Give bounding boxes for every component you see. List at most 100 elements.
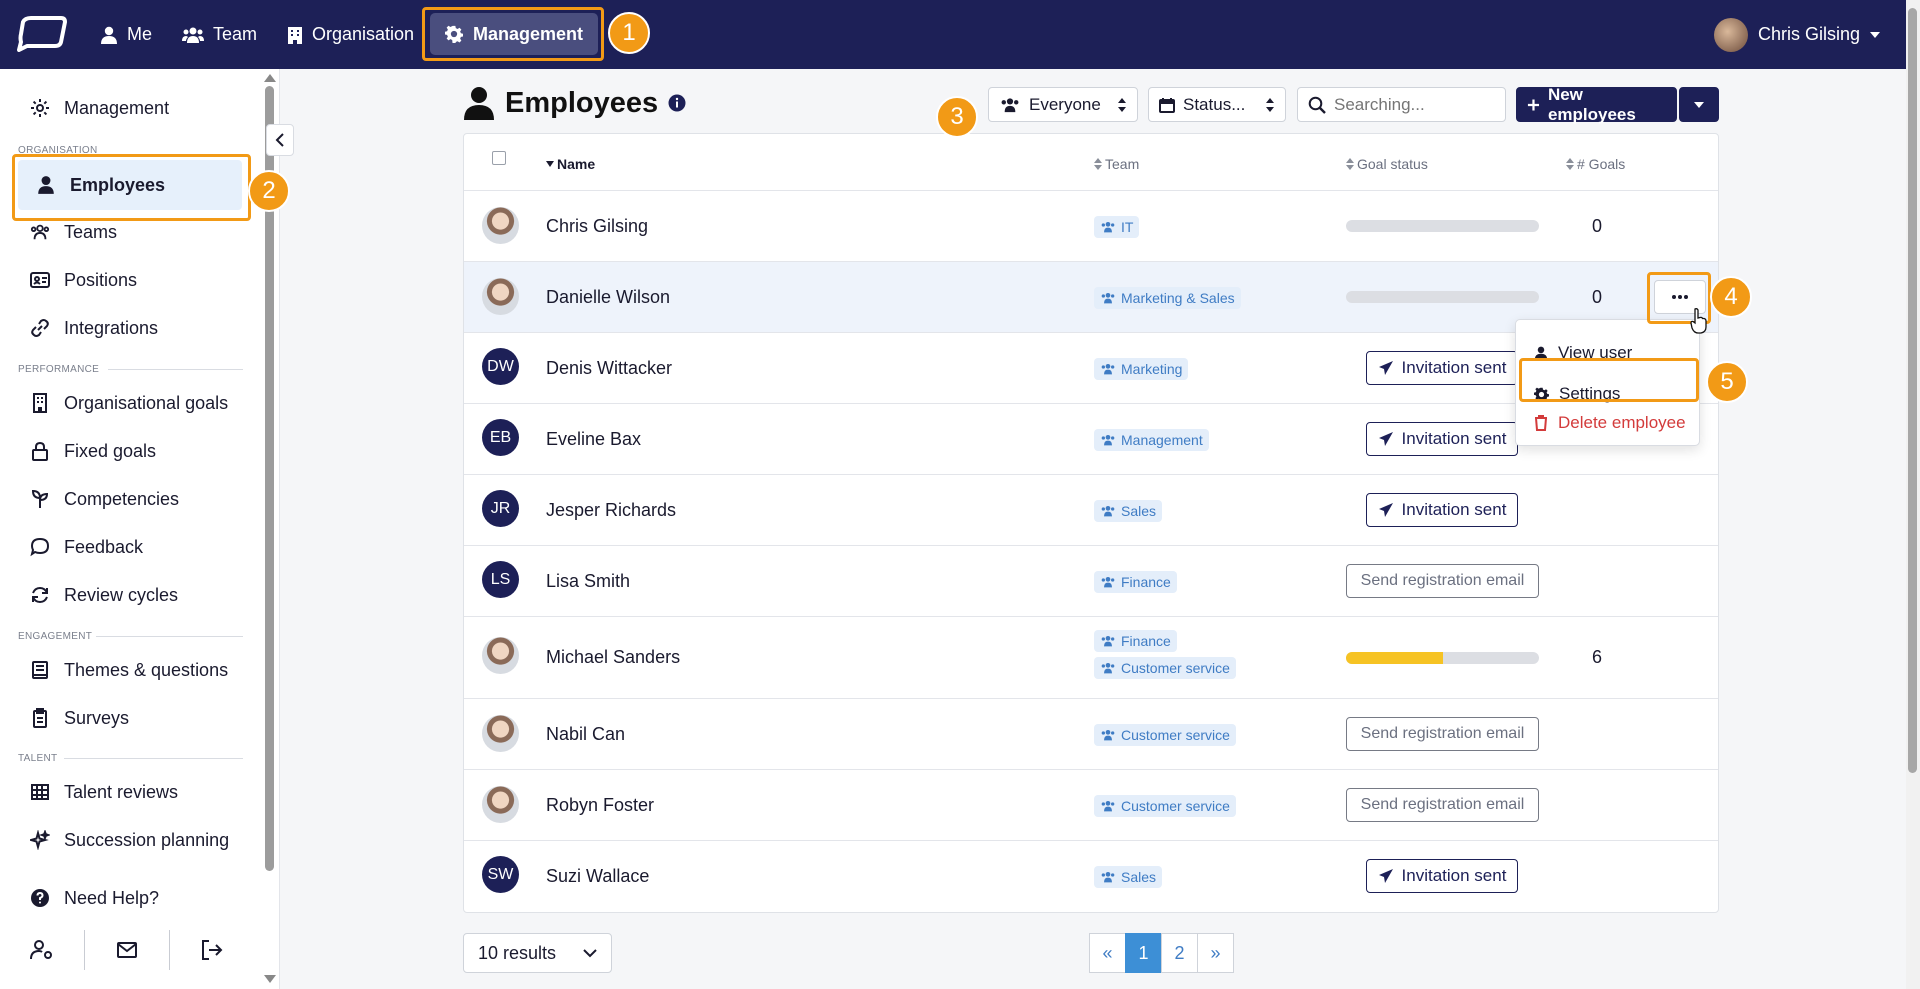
menu-item-view-user[interactable]: View user: [1534, 337, 1632, 369]
employee-name[interactable]: Jesper Richards: [546, 500, 676, 521]
page-scrollbar-thumb[interactable]: [1908, 8, 1917, 773]
logout-button[interactable]: [170, 928, 254, 972]
table-row[interactable]: Robyn Foster Customer service Send regis…: [464, 769, 1718, 840]
sidebar-item-surveys[interactable]: Surveys: [30, 699, 129, 737]
user-icon: [38, 176, 54, 194]
team-tag[interactable]: Sales: [1094, 500, 1163, 522]
sidebar-scroll-down-arrow[interactable]: [264, 975, 276, 983]
sidebar-item-teams[interactable]: Teams: [30, 213, 117, 251]
invitation-sent-button[interactable]: Invitation sent: [1366, 422, 1518, 456]
sidebar-item-themes-questions[interactable]: Themes & questions: [30, 651, 228, 689]
status-filter-select[interactable]: Status...: [1148, 87, 1286, 122]
user-icon: [1534, 346, 1548, 360]
send-registration-email-button[interactable]: Send registration email: [1346, 717, 1539, 751]
team-tag[interactable]: Finance: [1094, 630, 1177, 652]
sidebar-item-employees[interactable]: Employees: [18, 160, 242, 210]
chevron-left-icon: [275, 133, 284, 147]
employee-avatar: SW: [482, 856, 519, 893]
new-employees-dropdown-toggle[interactable]: [1679, 87, 1719, 122]
column-header-name[interactable]: Name: [546, 156, 595, 172]
sidebar-scroll-up-arrow[interactable]: [264, 74, 276, 82]
sidebar-item-label: Organisational goals: [64, 392, 229, 413]
invitation-sent-button[interactable]: Invitation sent: [1366, 859, 1518, 893]
select-all-checkbox[interactable]: [492, 151, 506, 165]
sidebar-item-review-cycles[interactable]: Review cycles: [30, 576, 178, 614]
team-tag[interactable]: Finance: [1094, 571, 1177, 593]
employee-name[interactable]: Lisa Smith: [546, 571, 630, 592]
send-registration-email-button[interactable]: Send registration email: [1346, 564, 1539, 598]
send-registration-email-button[interactable]: Send registration email: [1346, 788, 1539, 822]
team-tag[interactable]: IT: [1094, 216, 1140, 238]
sidebar-item-fixed-goals[interactable]: Fixed goals: [30, 432, 156, 470]
employee-name[interactable]: Eveline Bax: [546, 429, 641, 450]
group-filter-select[interactable]: Everyone: [988, 87, 1138, 122]
team-tag[interactable]: Customer service: [1094, 795, 1236, 817]
team-tag-label: Sales: [1121, 503, 1157, 519]
search-box[interactable]: [1297, 87, 1506, 122]
search-icon: [1308, 96, 1326, 114]
messages-button[interactable]: [85, 928, 169, 972]
nav-me[interactable]: Me: [100, 0, 152, 69]
table-row[interactable]: Nabil Can Customer service Send registra…: [464, 698, 1718, 769]
employee-name[interactable]: Denis Wittacker: [546, 358, 672, 379]
employee-name[interactable]: Michael Sanders: [546, 647, 680, 668]
menu-item-delete-employee[interactable]: Delete employee: [1534, 407, 1686, 439]
team-tag[interactable]: Customer service: [1094, 724, 1236, 746]
column-header-team[interactable]: Team: [1094, 156, 1139, 172]
employee-avatar: LS: [482, 561, 519, 598]
sidebar-item-management[interactable]: Management: [30, 89, 169, 127]
pagination-page-1[interactable]: 1: [1125, 933, 1162, 973]
pagination-next[interactable]: »: [1197, 933, 1234, 973]
pagination-page-2[interactable]: 2: [1161, 933, 1198, 973]
nav-management[interactable]: Management: [430, 13, 598, 55]
team-tag[interactable]: Sales: [1094, 866, 1163, 888]
goal-progress-bar: [1346, 291, 1539, 303]
search-input[interactable]: [1334, 94, 1474, 115]
page-scrollbar[interactable]: [1906, 0, 1920, 989]
sidebar-item-feedback[interactable]: Feedback: [30, 528, 143, 566]
invitation-sent-button[interactable]: Invitation sent: [1366, 351, 1518, 385]
team-tag-label: Sales: [1121, 869, 1157, 885]
employee-name[interactable]: Nabil Can: [546, 724, 625, 745]
sidebar-item-label: Fixed goals: [64, 440, 157, 461]
app-logo[interactable]: [17, 16, 67, 52]
nav-organisation[interactable]: Organisation: [287, 0, 414, 69]
table-row[interactable]: Michael Sanders Finance Customer service…: [464, 616, 1718, 698]
invitation-sent-label: Invitation sent: [1401, 866, 1507, 885]
team-tag[interactable]: Customer service: [1094, 657, 1236, 679]
nav-team[interactable]: Team: [182, 0, 257, 69]
invitation-sent-button[interactable]: Invitation sent: [1366, 493, 1518, 527]
collapse-sidebar-button[interactable]: [266, 124, 294, 156]
sidebar-item-help[interactable]: Need Help?: [30, 879, 159, 917]
table-row[interactable]: Chris Gilsing IT 0: [464, 190, 1718, 261]
menu-item-settings[interactable]: Settings: [1534, 378, 1620, 410]
sidebar-item-organisational-goals[interactable]: Organisational goals: [30, 384, 228, 422]
employee-name[interactable]: Suzi Wallace: [546, 866, 649, 887]
table-row[interactable]: JR Jesper Richards Sales Invitation sent: [464, 474, 1718, 545]
pagination-prev[interactable]: «: [1089, 933, 1126, 973]
sort-icon: [1566, 158, 1574, 170]
team-tag[interactable]: Management: [1094, 429, 1209, 451]
employee-name[interactable]: Danielle Wilson: [546, 287, 670, 308]
employee-name[interactable]: Robyn Foster: [546, 795, 654, 816]
new-employees-button[interactable]: New employees: [1516, 85, 1677, 124]
trash-icon: [1535, 415, 1547, 431]
sidebar-item-competencies[interactable]: Competencies: [30, 480, 179, 518]
sidebar-item-label: Succession planning: [64, 829, 230, 850]
table-row[interactable]: SW Suzi Wallace Sales Invitation sent: [464, 840, 1718, 912]
user-menu[interactable]: Chris Gilsing: [1713, 0, 1880, 69]
sidebar-item-succession-planning[interactable]: Succession planning: [30, 821, 229, 859]
table-row[interactable]: LS Lisa Smith Finance Send registration …: [464, 545, 1718, 616]
column-header-goals[interactable]: # Goals: [1566, 156, 1625, 172]
sidebar-item-talent-reviews[interactable]: Talent reviews: [30, 773, 178, 811]
account-settings-button[interactable]: [0, 928, 84, 972]
sidebar-item-positions[interactable]: Positions: [30, 261, 137, 299]
team-tag[interactable]: Marketing & Sales: [1094, 287, 1241, 309]
results-per-page-select[interactable]: 10 results: [463, 933, 612, 973]
info-icon[interactable]: [668, 94, 686, 112]
user-gear-icon: [30, 940, 52, 960]
sidebar-item-integrations[interactable]: Integrations: [30, 309, 158, 347]
column-header-goal-status[interactable]: Goal status: [1346, 156, 1428, 172]
team-tag[interactable]: Marketing: [1094, 358, 1189, 380]
employee-name[interactable]: Chris Gilsing: [546, 216, 648, 237]
